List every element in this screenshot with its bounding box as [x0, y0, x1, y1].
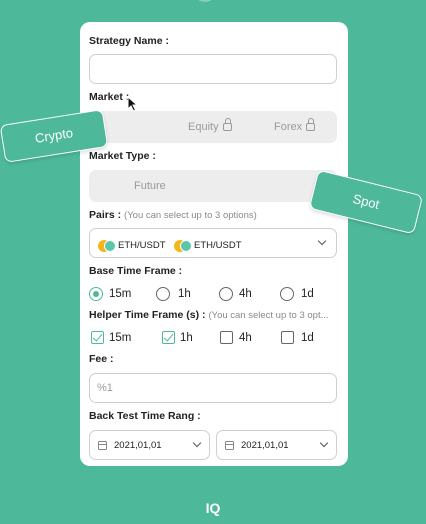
- fee-input[interactable]: %1: [89, 373, 337, 403]
- base-time-frame-options: 15m 1h 4h 1d: [89, 285, 337, 303]
- fee-label: Fee :: [89, 353, 114, 365]
- base-tf-option-label: 15m: [109, 288, 132, 300]
- chevron-down-icon[interactable]: [319, 438, 329, 448]
- pair-chip-label: ETH/USDT: [118, 240, 166, 252]
- base-tf-option-1d[interactable]: 1d: [280, 285, 330, 303]
- base-time-frame-label: Base Time Frame :: [89, 265, 183, 277]
- pairs-hint: (You can select up to 3 options): [124, 210, 257, 221]
- helper-tf-option-1d[interactable]: 1d: [281, 329, 331, 347]
- backtest-end-value: 2021,01,01: [241, 440, 289, 451]
- coin-icon: [98, 239, 116, 252]
- base-tf-option-1h[interactable]: 1h: [156, 285, 206, 303]
- helper-tf-option-label: 15m: [109, 332, 132, 344]
- radio-icon[interactable]: [156, 287, 170, 301]
- strategy-name-label: Strategy Name :: [89, 35, 169, 47]
- strategy-form-card: Strategy Name : Market : Equity Forex Ma…: [80, 22, 348, 466]
- radio-selected-icon[interactable]: [89, 287, 103, 301]
- market-type-option-future[interactable]: Future: [134, 170, 166, 202]
- market-selector[interactable]: Equity Forex: [89, 111, 337, 143]
- base-tf-option-label: 1h: [178, 288, 191, 300]
- coin-icon: [174, 239, 192, 252]
- market-label: Market :: [89, 91, 130, 103]
- helper-tf-option-label: 1h: [180, 332, 193, 344]
- radio-icon[interactable]: [280, 287, 294, 301]
- helper-tf-option-label: 1d: [301, 332, 314, 344]
- market-option-forex[interactable]: Forex: [274, 111, 316, 143]
- top-decoration: [193, 0, 217, 2]
- pairs-label: Pairs : (You can select up to 3 options): [89, 209, 257, 221]
- helper-tf-hint: (You can select up to 3 opt...: [208, 310, 329, 321]
- pairs-label-text: Pairs :: [89, 209, 122, 221]
- fee-placeholder: %1: [97, 382, 113, 394]
- helper-tf-option-1h[interactable]: 1h: [162, 329, 212, 347]
- helper-time-frame-options: 15m 1h 4h 1d: [89, 329, 337, 347]
- calendar-icon: [98, 441, 107, 450]
- backtest-label: Back Test Time Rang :: [89, 410, 201, 422]
- backtest-start-value: 2021,01,01: [114, 440, 162, 451]
- base-tf-option-label: 4h: [239, 288, 252, 300]
- checkbox-checked-icon[interactable]: [91, 331, 104, 344]
- backtest-start-date[interactable]: 2021,01,01: [89, 430, 210, 460]
- calendar-icon: [225, 441, 234, 450]
- chevron-down-icon[interactable]: [192, 438, 202, 448]
- checkbox-checked-icon[interactable]: [162, 331, 175, 344]
- helper-tf-label-text: Helper Time Frame (s) :: [89, 309, 206, 321]
- backtest-end-date[interactable]: 2021,01,01: [216, 430, 337, 460]
- market-option-equity-label: Equity: [188, 121, 219, 133]
- helper-time-frame-label: Helper Time Frame (s) : (You can select …: [89, 309, 329, 321]
- helper-tf-option-15m[interactable]: 15m: [89, 329, 149, 347]
- checkbox-icon[interactable]: [281, 331, 294, 344]
- pair-chip-label: ETH/USDT: [194, 240, 242, 252]
- pair-chip-2[interactable]: ETH/USDT: [174, 237, 242, 255]
- brand-logo: IQ: [205, 500, 221, 516]
- cursor-icon: [127, 96, 138, 112]
- checkbox-icon[interactable]: [220, 331, 233, 344]
- strategy-name-input[interactable]: [89, 54, 337, 84]
- base-tf-option-4h[interactable]: 4h: [219, 285, 269, 303]
- base-tf-option-15m[interactable]: 15m: [89, 285, 149, 303]
- helper-tf-option-4h[interactable]: 4h: [220, 329, 270, 347]
- chevron-down-icon[interactable]: [317, 236, 327, 246]
- market-option-forex-label: Forex: [274, 121, 303, 133]
- pairs-select[interactable]: ETH/USDT ETH/USDT: [89, 228, 337, 258]
- helper-tf-option-label: 4h: [239, 332, 252, 344]
- radio-icon[interactable]: [219, 287, 233, 301]
- market-option-equity[interactable]: Equity: [188, 111, 232, 143]
- market-type-selector[interactable]: Future: [89, 170, 337, 202]
- market-type-label: Market Type :: [89, 150, 156, 162]
- pair-chip-1[interactable]: ETH/USDT: [98, 237, 166, 255]
- lock-icon: [306, 118, 316, 131]
- base-tf-option-label: 1d: [301, 288, 314, 300]
- lock-icon: [222, 118, 232, 131]
